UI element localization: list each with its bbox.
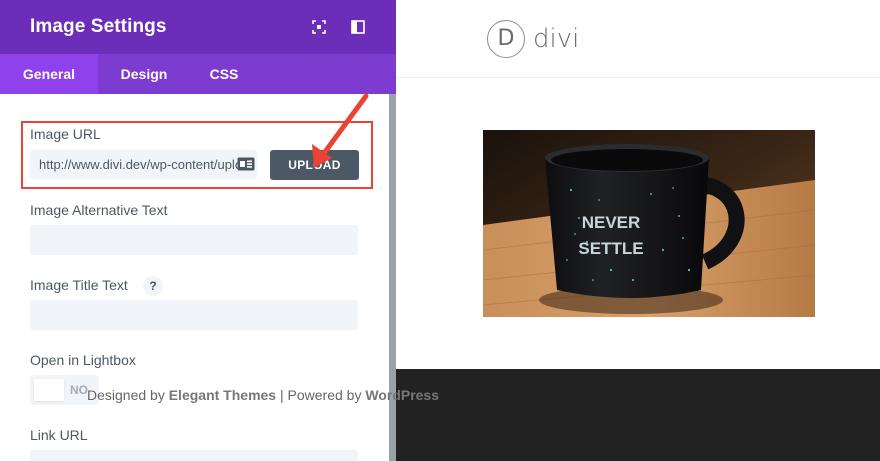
footer-brand-link[interactable]: Elegant Themes xyxy=(169,387,276,403)
panel-scrollbar[interactable] xyxy=(389,94,396,461)
site-header: D divi xyxy=(396,0,880,78)
annotation-arrow-icon xyxy=(312,93,369,168)
toggle-knob xyxy=(34,379,64,401)
panel-header: Image Settings xyxy=(0,0,396,54)
tab-css[interactable]: CSS xyxy=(190,54,258,94)
alt-text-label: Image Alternative Text xyxy=(30,202,168,218)
panel-title: Image Settings xyxy=(30,16,167,37)
lightbox-label: Open in Lightbox xyxy=(30,352,136,368)
tab-bar: General Design CSS xyxy=(0,54,396,94)
mug-image: NEVER SETTLE xyxy=(483,130,815,317)
expand-icon[interactable] xyxy=(311,19,327,35)
tab-design[interactable]: Design xyxy=(98,54,190,94)
divi-logo-icon[interactable]: D xyxy=(487,20,525,58)
title-text-input[interactable] xyxy=(30,300,358,330)
footer-separator: | Powered by xyxy=(276,387,366,403)
site-footer xyxy=(396,369,880,461)
title-text-label: Image Title Text xyxy=(30,277,128,293)
divi-logo-text[interactable]: divi xyxy=(533,24,579,54)
link-url-label: Link URL xyxy=(30,427,88,443)
footer-platform-link[interactable]: WordPress xyxy=(365,387,439,403)
toggle-state-label: NO xyxy=(70,383,88,397)
help-icon[interactable]: ? xyxy=(143,276,163,296)
footer-prefix: Designed by xyxy=(87,387,169,403)
link-url-input[interactable] xyxy=(30,450,358,461)
alt-text-input[interactable] xyxy=(30,225,358,255)
svg-text:NEVER: NEVER xyxy=(582,213,641,232)
svg-text:SETTLE: SETTLE xyxy=(578,239,643,258)
footer-credits: Designed by Elegant Themes | Powered by … xyxy=(87,387,439,403)
site-preview: D divi NEVER SETTLE xyxy=(396,0,880,461)
dock-sidebar-icon[interactable] xyxy=(350,19,366,35)
tab-general[interactable]: General xyxy=(0,54,98,94)
